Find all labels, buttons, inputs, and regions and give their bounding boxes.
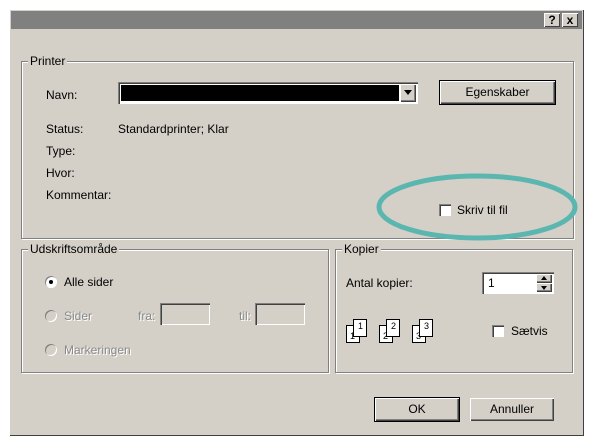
printer-legend: Printer <box>28 54 68 68</box>
page-icon: 3 <box>419 319 433 337</box>
where-label: Hvor: <box>46 166 75 180</box>
selection-label[interactable]: Markeringen <box>64 343 131 357</box>
close-button[interactable]: x <box>562 13 578 27</box>
name-label: Navn: <box>46 88 78 102</box>
arrow-down-icon <box>541 286 547 290</box>
type-label: Type: <box>46 144 76 158</box>
selection-radio[interactable] <box>45 344 57 356</box>
all-pages-label[interactable]: Alle sider <box>64 275 113 289</box>
status-label: Status: <box>46 122 84 136</box>
pages-label[interactable]: Sider <box>64 309 92 323</box>
properties-button[interactable]: Egenskaber <box>439 80 556 105</box>
copies-group: Kopier <box>335 242 573 373</box>
title-bar: ? x <box>11 11 582 29</box>
spin-down-button[interactable] <box>536 283 552 292</box>
comment-label: Kommentar: <box>46 188 112 202</box>
page-icon: 2 <box>386 319 400 337</box>
to-page-input[interactable] <box>255 303 305 325</box>
collate-label[interactable]: Sætvis <box>511 324 548 338</box>
close-icon: x <box>566 13 574 27</box>
dropdown-arrow-button[interactable] <box>400 84 416 102</box>
to-label: til: <box>239 309 251 323</box>
arrow-up-icon <box>541 276 547 280</box>
copies-count-label: Antal kopier: <box>346 276 413 290</box>
copies-count-spinner[interactable]: 1 <box>482 272 554 294</box>
spin-up-button[interactable] <box>536 274 552 283</box>
copies-count-value: 1 <box>488 276 495 290</box>
highlight-ellipse <box>376 173 578 241</box>
collate-checkbox[interactable] <box>492 325 504 337</box>
printer-name-select[interactable] <box>118 82 418 104</box>
all-pages-radio[interactable] <box>45 276 57 288</box>
help-icon: ? <box>548 13 556 27</box>
printer-name-value <box>121 85 399 101</box>
status-value: Standardprinter; Klar <box>118 122 229 136</box>
page-icon: 1 <box>353 319 367 337</box>
ok-button[interactable]: OK <box>374 397 460 422</box>
copies-legend: Kopier <box>342 242 381 256</box>
pages-radio[interactable] <box>45 310 57 322</box>
help-button[interactable]: ? <box>544 13 560 27</box>
print-dialog: ? x Printer Navn: Egenskaber Status: Sta… <box>9 9 584 436</box>
from-page-input[interactable] <box>160 303 210 325</box>
from-label: fra: <box>138 309 156 323</box>
print-range-legend: Udskriftsområde <box>28 242 120 256</box>
cancel-button[interactable]: Annuller <box>470 398 554 421</box>
chevron-down-icon <box>404 90 412 95</box>
